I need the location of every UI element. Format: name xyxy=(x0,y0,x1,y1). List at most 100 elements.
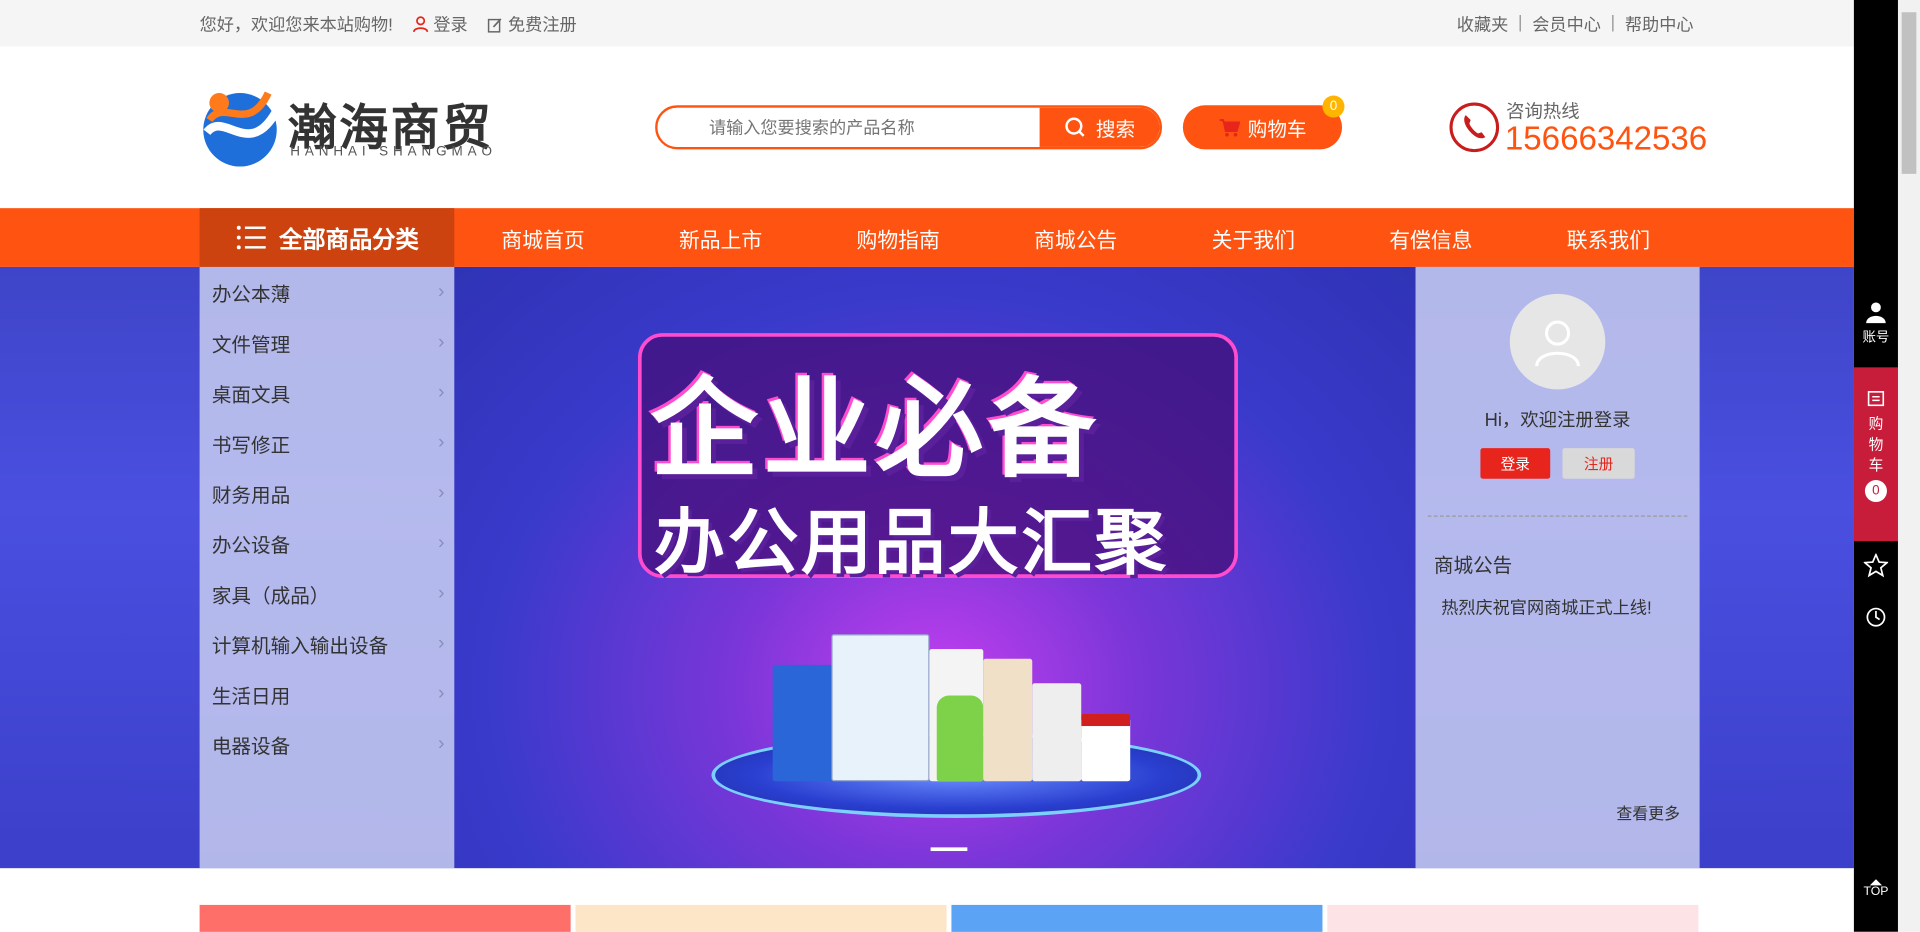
category-item[interactable]: 书写修正 › xyxy=(200,418,455,468)
panel-register-button[interactable]: 注册 xyxy=(1562,448,1635,479)
view-more-link[interactable]: 查看更多 xyxy=(1616,801,1680,824)
top-bar: 您好，欢迎您来本站购物! 登录 免费注册 收藏夹 | 会员中心 | 帮助中心 xyxy=(0,0,1854,47)
main-nav: 全部商品分类 商城首页 新品上市 购物指南 商城公告 关于我们 有偿信息 联系我… xyxy=(0,208,1854,267)
logo-mark-icon xyxy=(203,91,280,167)
search-button-label: 搜索 xyxy=(1095,120,1136,141)
nav-item-home[interactable]: 商城首页 xyxy=(454,208,632,267)
separator: | xyxy=(1610,12,1616,32)
user-icon xyxy=(1866,302,1886,324)
nav-item-contact-us[interactable]: 联系我们 xyxy=(1520,208,1698,267)
category-item[interactable]: 办公本薄 › xyxy=(200,267,455,317)
sidebar-cart-label-2: 物 xyxy=(1868,435,1884,454)
user-greeting: Hi，欢迎注册登录 xyxy=(1484,410,1631,432)
category-item[interactable]: 桌面文具 › xyxy=(200,367,455,417)
nav-item-about-us[interactable]: 关于我们 xyxy=(1164,208,1342,267)
member-center-link[interactable]: 会员中心 xyxy=(1532,12,1601,36)
chevron-right-icon: › xyxy=(437,732,445,754)
back-to-top-button[interactable]: TOP xyxy=(1854,879,1898,899)
top-bar-right: 收藏夹 | 会员中心 | 帮助中心 xyxy=(1457,12,1694,36)
search-icon xyxy=(1065,117,1085,137)
category-item[interactable]: 财务用品 › xyxy=(200,468,455,518)
product-box xyxy=(1081,713,1131,782)
product-box xyxy=(772,664,834,782)
category-label: 计算机输入输出设备 xyxy=(211,636,389,657)
cart-button[interactable]: 购物车 0 xyxy=(1182,95,1345,150)
list-icon xyxy=(236,225,266,250)
register-link[interactable]: 免费注册 xyxy=(487,12,577,36)
nav-item-paid-info[interactable]: 有偿信息 xyxy=(1342,208,1520,267)
banner-subtitle: 办公用品大汇聚 xyxy=(653,500,1169,585)
category-item[interactable]: 计算机输入输出设备 › xyxy=(200,618,455,668)
logo[interactable]: 瀚海商贸 HANHAI SHANGMAO xyxy=(200,83,518,169)
carousel-indicator[interactable] xyxy=(930,847,968,852)
page: 您好，欢迎您来本站购物! 登录 免费注册 收藏夹 | 会员中心 | 帮助中心 瀚… xyxy=(0,0,1920,932)
sidebar-cart-label-3: 车 xyxy=(1868,456,1884,474)
chevron-right-icon: › xyxy=(437,682,445,704)
cart-count-badge: 0 xyxy=(1322,95,1345,118)
category-item[interactable]: 生活日用 › xyxy=(200,669,455,719)
header: 瀚海商贸 HANHAI SHANGMAO 搜索 购物车 0 xyxy=(0,46,1854,209)
nav-item-new-arrivals[interactable]: 新品上市 xyxy=(632,208,810,267)
category-item[interactable]: 办公设备 › xyxy=(200,518,455,568)
category-label: 文件管理 xyxy=(211,334,291,356)
chevron-right-icon: › xyxy=(437,532,445,553)
product-box xyxy=(936,695,984,782)
avatar-placeholder-icon xyxy=(1535,320,1580,367)
search-bar: 搜索 xyxy=(655,105,1163,150)
category-label: 书写修正 xyxy=(211,435,291,457)
scrollbar-thumb[interactable] xyxy=(1901,12,1917,174)
right-sidebar: 账号 购 物 车 0 TOP xyxy=(1853,0,1898,932)
product-box xyxy=(831,634,930,782)
cart-icon xyxy=(1867,391,1885,407)
back-to-top-label: TOP xyxy=(1863,885,1889,899)
user-icon xyxy=(412,16,429,33)
search-input[interactable] xyxy=(657,107,1040,147)
favorites-link[interactable]: 收藏夹 xyxy=(1457,12,1508,36)
all-categories-label: 全部商品分类 xyxy=(279,227,419,253)
separator: | xyxy=(1518,12,1523,32)
login-link-label: 登录 xyxy=(433,14,468,35)
search-button[interactable]: 搜索 xyxy=(1039,107,1160,147)
sidebar-cart-count: 0 xyxy=(1864,480,1887,503)
panel-login-button[interactable]: 登录 xyxy=(1480,448,1551,479)
category-item[interactable]: 电器设备 › xyxy=(200,719,455,769)
chevron-right-icon: › xyxy=(437,381,445,403)
phone-icon xyxy=(1449,102,1500,153)
promo-tile[interactable] xyxy=(575,904,947,932)
sidebar-favorites[interactable] xyxy=(1854,552,1898,581)
chevron-right-icon: › xyxy=(437,632,445,654)
nav-item-announcements[interactable]: 商城公告 xyxy=(987,208,1165,267)
banner-image: 企业必备 办公用品大汇聚 xyxy=(454,266,1416,869)
nav-items: 商城首页 新品上市 购物指南 商城公告 关于我们 有偿信息 联系我们 xyxy=(454,208,1697,267)
category-label: 财务用品 xyxy=(211,485,291,507)
hotline-number: 15666342536 xyxy=(1504,120,1708,157)
chevron-right-icon: › xyxy=(437,281,445,302)
category-item[interactable]: 文件管理 › xyxy=(200,317,455,367)
nav-item-shopping-guide[interactable]: 购物指南 xyxy=(809,208,987,267)
chevron-right-icon: › xyxy=(437,582,445,604)
all-categories-button[interactable]: 全部商品分类 xyxy=(199,208,455,267)
promo-tile[interactable] xyxy=(1327,904,1699,932)
notice-item-link[interactable]: 热烈庆祝官网商城正式上线! xyxy=(1441,595,1651,619)
banner-products xyxy=(772,634,1140,782)
promo-tile[interactable] xyxy=(951,904,1323,932)
user-panel: Hi，欢迎注册登录 登录 注册 商城公告 热烈庆祝官网商城正式上线! 查看更多 xyxy=(1415,266,1700,869)
chevron-right-icon: › xyxy=(437,481,445,503)
product-box xyxy=(1032,683,1082,782)
sidebar-cart[interactable]: 购 物 车 0 xyxy=(1853,367,1898,542)
sidebar-account[interactable]: 账号 xyxy=(1854,301,1898,346)
category-label: 办公设备 xyxy=(211,535,291,557)
top-bar-left: 您好，欢迎您来本站购物! 登录 免费注册 xyxy=(200,12,577,36)
category-menu: 办公本薄 › 文件管理 › 桌面文具 › 书写修正 › 财务用品 › 办公设备 › 家具（成… xyxy=(199,266,455,869)
category-item[interactable]: 家具（成品） › xyxy=(200,568,455,618)
logo-subtitle: HANHAI SHANGMAO xyxy=(290,144,497,160)
category-label: 办公本薄 xyxy=(211,284,291,306)
sidebar-cart-label-1: 购 xyxy=(1868,415,1884,433)
star-icon xyxy=(1862,552,1890,578)
category-label: 生活日用 xyxy=(211,686,291,708)
cart-label: 购物车 xyxy=(1247,120,1307,141)
login-link[interactable]: 登录 xyxy=(412,12,468,36)
sidebar-history[interactable] xyxy=(1854,605,1898,633)
promo-tile[interactable] xyxy=(199,904,571,932)
help-center-link[interactable]: 帮助中心 xyxy=(1625,12,1694,36)
